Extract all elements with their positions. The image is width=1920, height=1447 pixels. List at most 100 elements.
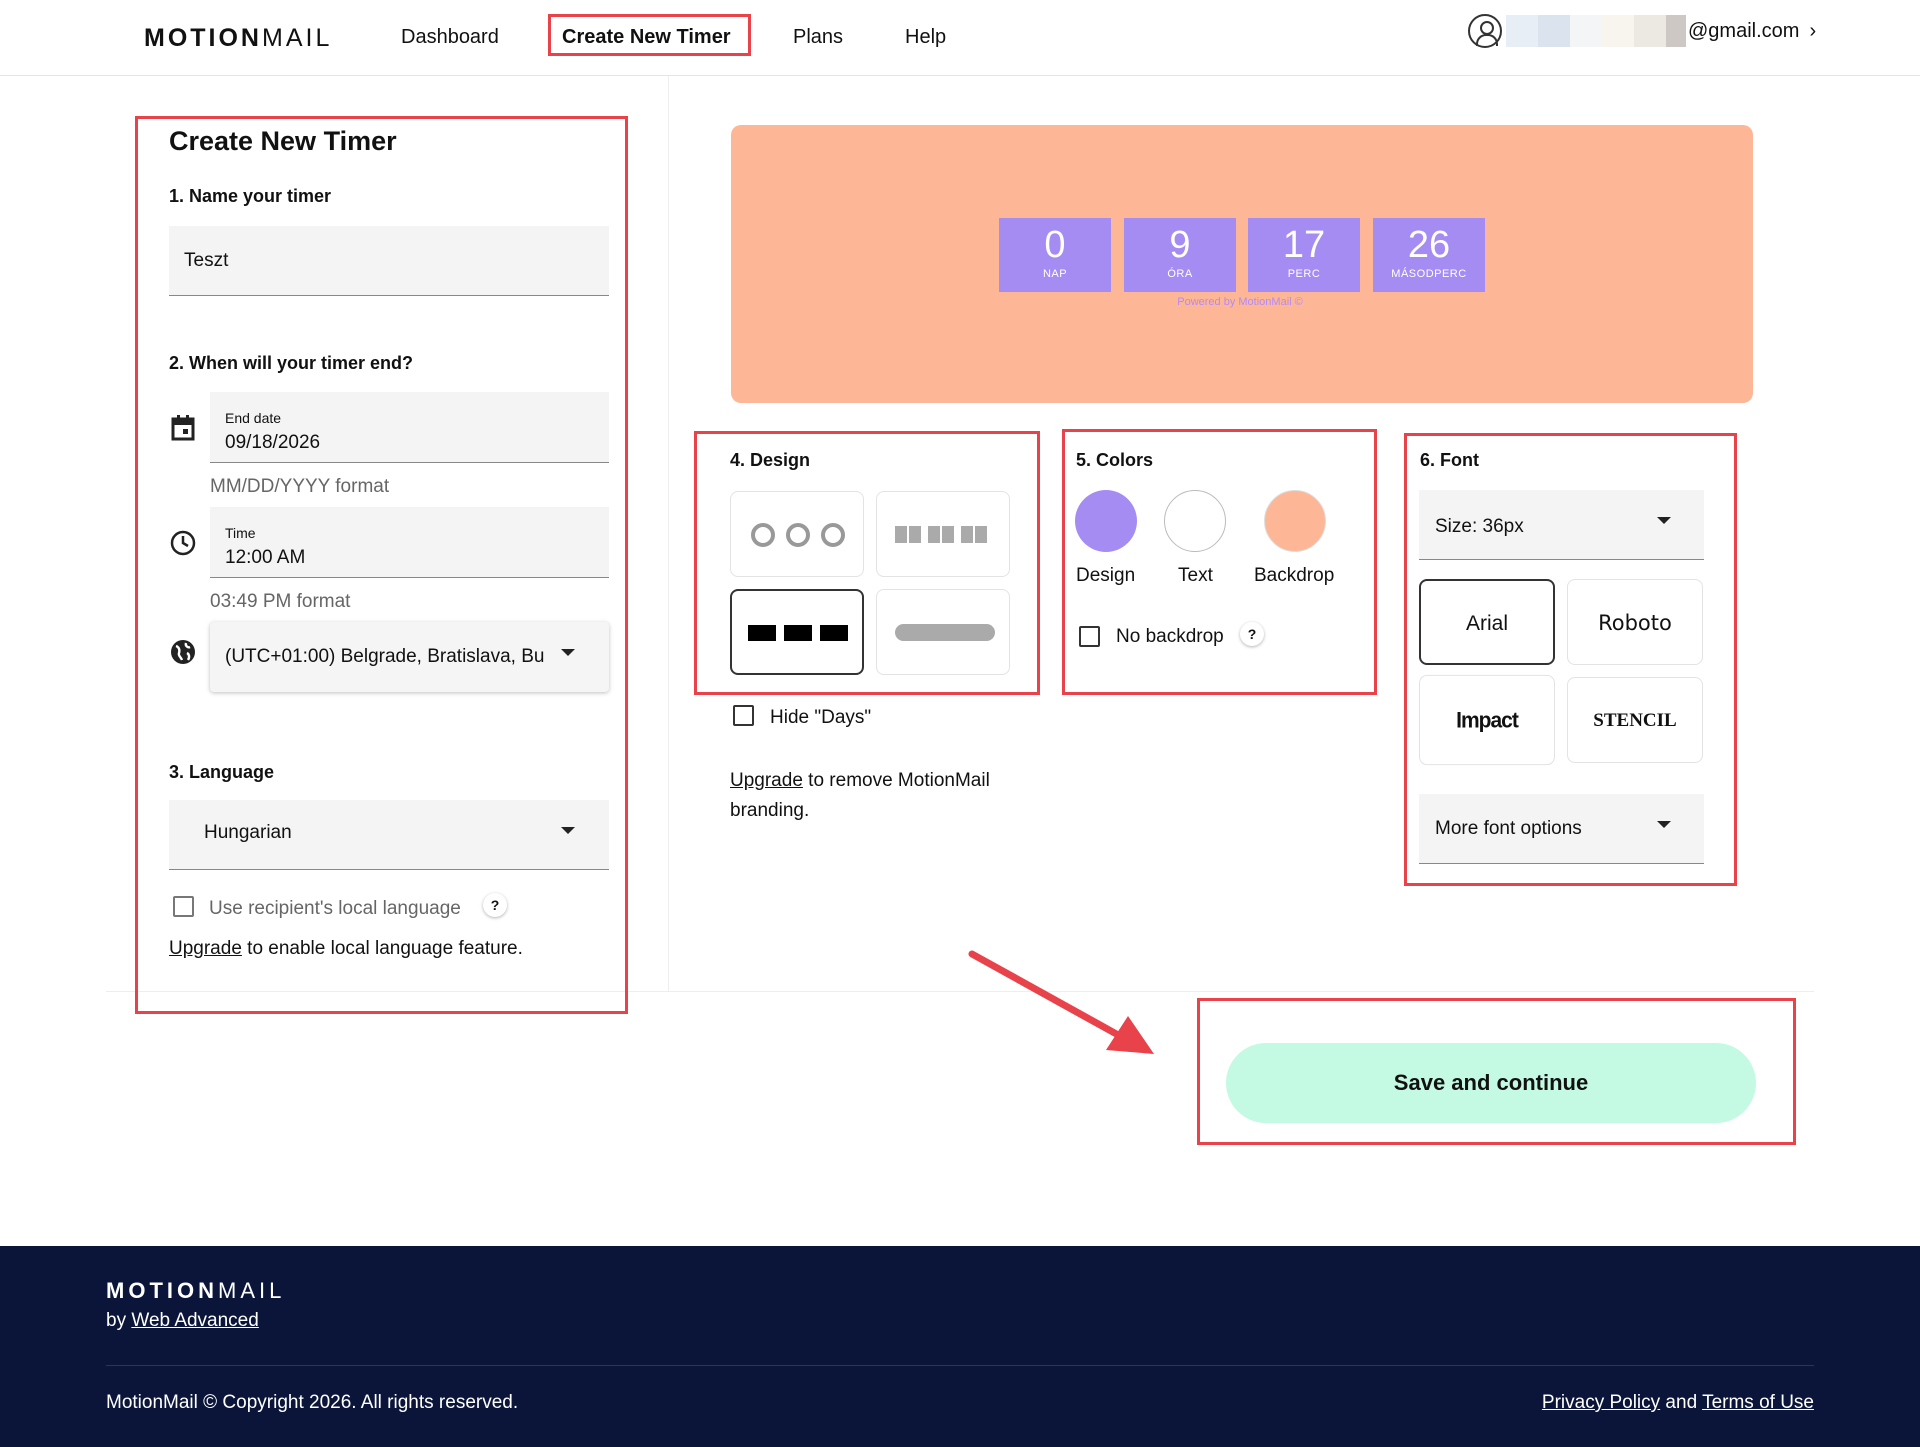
hide-days-checkbox[interactable] <box>733 705 754 726</box>
timer-unit-label: NAP <box>1042 268 1068 280</box>
privacy-policy-link[interactable]: Privacy Policy <box>1542 1392 1660 1413</box>
nav-help[interactable]: Help <box>905 26 946 49</box>
circle-shape <box>821 523 845 547</box>
font-option-arial[interactable]: Arial <box>1419 579 1555 665</box>
timer-value: 17 <box>1282 224 1326 266</box>
colors-label: 5. Colors <box>1076 450 1154 470</box>
chevron-down-icon <box>1657 517 1671 524</box>
time-caption: Time <box>225 525 256 541</box>
logo-bold: MOTION <box>144 24 262 52</box>
local-language-label: Use recipient's local language <box>209 898 461 919</box>
no-backdrop-checkbox[interactable] <box>1079 626 1100 647</box>
footer-logo-light: MAIL <box>218 1278 286 1303</box>
font-size-select[interactable]: Size: 36px <box>1419 490 1704 560</box>
annotation-arrow <box>968 950 1154 1054</box>
font-option-impact[interactable]: Impact <box>1419 674 1555 766</box>
upgrade-link[interactable]: Upgrade <box>169 938 242 959</box>
local-language-upgrade-note: Upgrade to enable local language feature… <box>169 938 523 960</box>
user-avatar-icon <box>1468 14 1502 48</box>
time-format-hint: 03:49 PM format <box>210 591 351 612</box>
nav-create-new-timer[interactable]: Create New Timer <box>562 26 731 49</box>
step1-label: 1. Name your timer <box>169 186 332 206</box>
copyright-text: MotionMail © Copyright 2026. All rights … <box>106 1392 519 1413</box>
timer-value: 26 <box>1407 224 1451 266</box>
page-title: Create New Timer <box>169 126 397 156</box>
save-and-continue-button[interactable]: Save and continue <box>1226 1043 1756 1123</box>
help-icon[interactable]: ? <box>1240 622 1264 646</box>
design-option-circles[interactable] <box>730 491 864 577</box>
timer-value: 0 <box>1044 224 1066 266</box>
timer-unit-label: MÁSODPERC <box>1391 268 1467 280</box>
timezone-value: (UTC+01:00) Belgrade, Bratislava, Bu <box>225 646 545 667</box>
help-icon[interactable]: ? <box>483 893 507 917</box>
backdrop-color-swatch[interactable] <box>1264 490 1326 552</box>
timer-unit-seconds: 26 MÁSODPERC <box>1373 218 1485 292</box>
end-date-caption: End date <box>225 410 282 426</box>
text-color-swatch[interactable] <box>1164 490 1226 552</box>
more-font-options-label: More font options <box>1435 818 1582 839</box>
chevron-down-icon <box>1657 821 1671 828</box>
branding-note-text: to remove MotionMail <box>802 770 990 791</box>
footer-divider <box>106 1365 1814 1366</box>
timer-value: 9 <box>1169 224 1191 266</box>
footer-logo-bold: MOTION <box>106 1278 218 1303</box>
timer-unit-label: ÓRA <box>1167 268 1193 280</box>
globe-icon <box>171 640 195 664</box>
font-option-roboto[interactable]: Roboto <box>1567 579 1703 665</box>
font-size-value: Size: 36px <box>1435 516 1524 537</box>
language-value: Hungarian <box>204 822 292 843</box>
upgrade-link[interactable]: Upgrade <box>730 770 803 791</box>
account-email: @gmail.com <box>1688 19 1800 42</box>
local-language-checkbox[interactable] <box>173 896 194 917</box>
end-date-value: 09/18/2026 <box>225 432 321 453</box>
design-option-blocks[interactable] <box>730 589 864 675</box>
end-date-field[interactable]: End date 09/18/2026 <box>210 392 609 463</box>
web-advanced-link[interactable]: Web Advanced <box>131 1310 258 1331</box>
language-select[interactable]: Hungarian <box>169 800 609 870</box>
more-font-options-select[interactable]: More font options <box>1419 794 1704 864</box>
design-option-pill[interactable] <box>876 589 1010 675</box>
font-option-stencil[interactable]: STENCIL <box>1567 677 1703 763</box>
time-field[interactable]: Time 12:00 AM <box>210 507 609 578</box>
circle-shape <box>751 523 775 547</box>
upgrade-note-text: to enable local language feature. <box>241 938 523 959</box>
footer-logo[interactable]: MOTIONMAIL <box>106 1278 285 1304</box>
motionmail-logo[interactable]: MOTIONMAIL <box>144 24 332 53</box>
top-header: MOTIONMAIL Dashboard Create New Timer Pl… <box>0 0 1920 76</box>
no-backdrop-label: No backdrop <box>1116 626 1224 647</box>
timer-unit-hours: 9 ÓRA <box>1124 218 1236 292</box>
backdrop-color-label: Backdrop <box>1254 565 1335 586</box>
font-label: 6. Font <box>1420 450 1479 470</box>
timer-name-value: Teszt <box>184 250 229 271</box>
timer-unit-days: 0 NAP <box>999 218 1111 292</box>
powered-by-text: Powered by MotionMail © <box>1177 296 1303 308</box>
nav-dashboard[interactable]: Dashboard <box>401 26 499 49</box>
design-color-label: Design <box>1076 565 1136 586</box>
text-color-label: Text <box>1178 565 1213 586</box>
clock-icon <box>170 530 196 556</box>
calendar-icon <box>171 415 195 441</box>
step2-label: 2. When will your timer end? <box>169 353 414 373</box>
branding-upgrade-note: Upgrade to remove MotionMail branding. <box>730 766 990 826</box>
redacted-email-user <box>1506 15 1686 47</box>
by-text: by <box>106 1310 132 1331</box>
chevron-down-icon <box>561 649 575 656</box>
nav-plans[interactable]: Plans <box>793 26 843 49</box>
legal-links: Privacy Policy and Terms of Use <box>1542 1392 1814 1414</box>
terms-of-use-link[interactable]: Terms of Use <box>1702 1392 1814 1413</box>
chevron-right-icon: › <box>1809 19 1817 42</box>
timer-name-input[interactable]: Teszt <box>169 226 609 296</box>
timezone-select[interactable]: (UTC+01:00) Belgrade, Bratislava, Bu <box>210 622 609 692</box>
account-menu[interactable]: @gmail.com › <box>1468 14 1816 48</box>
chevron-down-icon <box>561 827 575 834</box>
timer-unit-label: PERC <box>1287 268 1321 280</box>
design-color-swatch[interactable] <box>1075 490 1137 552</box>
branding-note-text-2: branding. <box>730 800 810 821</box>
footer-byline: by Web Advanced <box>106 1310 259 1332</box>
and-text: and <box>1660 1392 1703 1413</box>
design-label: 4. Design <box>730 450 811 470</box>
design-option-split-squares[interactable] <box>876 491 1010 577</box>
time-value: 12:00 AM <box>225 547 306 568</box>
step3-label: 3. Language <box>169 762 275 782</box>
timer-preview <box>731 125 1753 403</box>
